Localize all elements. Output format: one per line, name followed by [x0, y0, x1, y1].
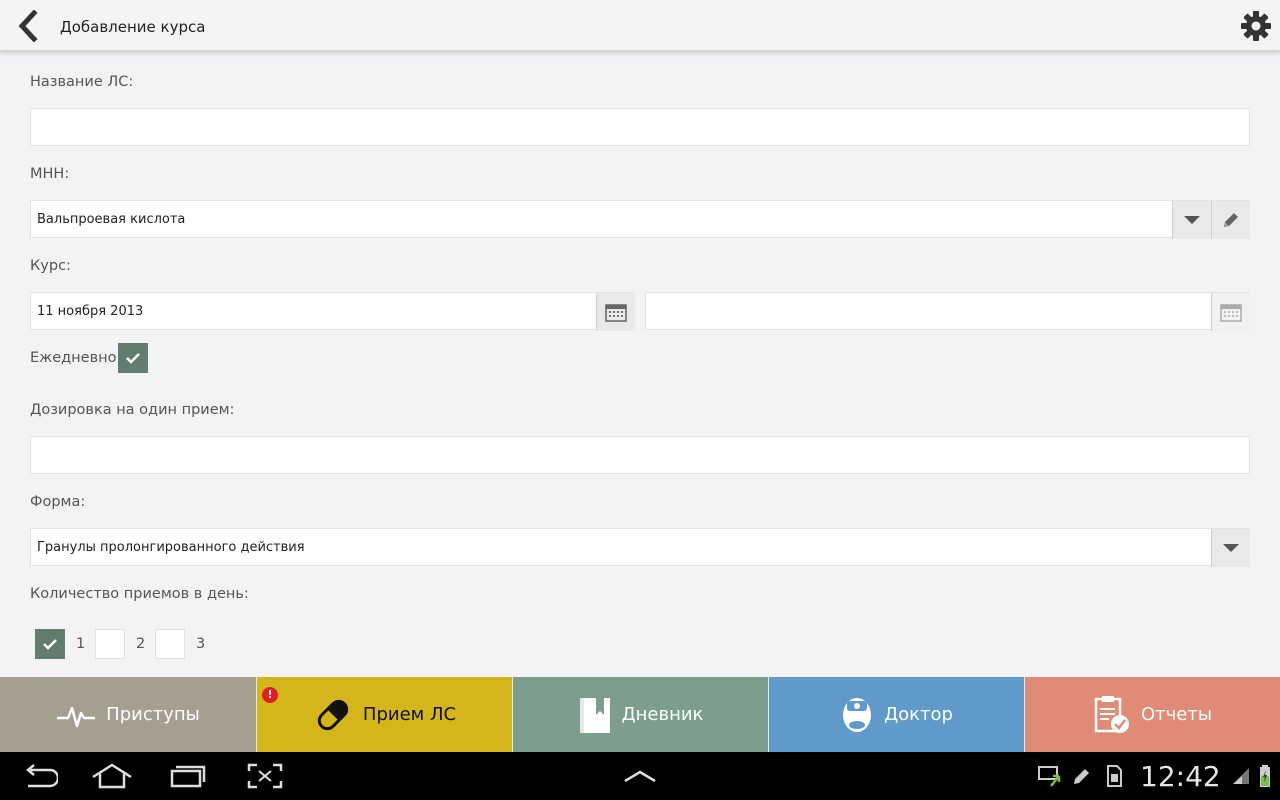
doctor-icon	[843, 697, 872, 732]
edit-status	[1068, 760, 1096, 792]
system-back-button[interactable]	[20, 760, 60, 792]
home-icon	[92, 763, 132, 789]
calendar-icon	[1220, 304, 1242, 322]
daily-checkbox[interactable]	[118, 343, 148, 373]
battery-charging-icon	[1260, 765, 1270, 787]
battery-status	[1256, 760, 1274, 792]
tab-medication-label: Прием ЛС	[362, 704, 457, 725]
recent-apps-icon	[170, 765, 206, 788]
drug-name-label: Название ЛС:	[30, 74, 134, 90]
tab-doctor-label: Доктор	[884, 704, 953, 725]
calendar-icon	[605, 304, 627, 322]
tab-diary-label: Дневник	[621, 704, 704, 725]
chevron-left-icon	[18, 10, 38, 42]
gear-icon	[1241, 11, 1271, 41]
times-option-3-label: 3	[196, 636, 206, 652]
dosage-label: Дозировка на один прием:	[30, 402, 235, 418]
dosage-input[interactable]	[30, 436, 1250, 474]
system-recents-button[interactable]	[168, 760, 208, 792]
screenshot-button[interactable]	[245, 760, 285, 792]
pill-icon	[317, 699, 349, 730]
inn-value: Вальпроевая кислота	[37, 212, 186, 227]
course-end-calendar-button[interactable]	[1211, 293, 1250, 331]
tab-reports-label: Отчеты	[1140, 704, 1213, 725]
sd-card-status	[1102, 760, 1126, 792]
inn-dropdown-button[interactable]	[1172, 201, 1211, 239]
form-type-dropdown-button[interactable]	[1211, 529, 1250, 567]
tab-diary[interactable]: Дневник	[513, 677, 768, 752]
back-arrow-icon	[26, 764, 58, 788]
daily-label: Ежедневно	[30, 350, 117, 366]
screenshot-icon	[247, 763, 283, 789]
course-label: Курс:	[30, 258, 71, 274]
checkmark-icon	[43, 639, 57, 650]
inn-label: МНН:	[30, 166, 70, 182]
times-option-1-label: 1	[76, 636, 86, 652]
signal-icon	[1233, 768, 1249, 784]
sync-status	[1036, 760, 1064, 792]
system-home-button[interactable]	[90, 760, 134, 792]
report-icon	[1094, 695, 1129, 733]
course-start-date-value: 11 ноября 2013	[37, 304, 144, 319]
chevron-up-icon	[624, 770, 656, 783]
drug-name-input[interactable]	[30, 108, 1250, 146]
times-option-2-label: 2	[136, 636, 146, 652]
pencil-icon	[1074, 769, 1089, 784]
back-button[interactable]	[10, 8, 46, 44]
times-per-day-label: Количество приемов в день:	[30, 586, 249, 602]
book-icon	[579, 697, 610, 733]
course-start-calendar-button[interactable]	[596, 293, 635, 331]
form-type-select[interactable]: Гранулы пролонгированного действия	[30, 528, 1250, 567]
course-end-date-input[interactable]	[645, 292, 1250, 331]
form-type-label: Форма:	[30, 494, 86, 510]
signal-status	[1230, 760, 1252, 792]
inn-edit-button[interactable]	[1211, 201, 1250, 239]
medication-alert-badge: !	[262, 687, 278, 703]
app-header: Добавление курса	[0, 0, 1280, 52]
times-option-2-checkbox[interactable]	[95, 629, 125, 659]
inn-select[interactable]: Вальпроевая кислота	[30, 200, 1250, 239]
status-clock: 12:42	[1140, 760, 1221, 793]
system-menu-button[interactable]	[620, 760, 660, 792]
settings-button[interactable]	[1240, 10, 1272, 42]
tab-seizures-label: Приступы	[106, 704, 200, 725]
page-title: Добавление курса	[60, 18, 206, 36]
tab-seizures[interactable]: Приступы	[0, 677, 256, 752]
tab-medication[interactable]: Прием ЛС	[257, 677, 512, 752]
pencil-icon	[1224, 213, 1238, 227]
times-option-1-checkbox[interactable]	[35, 629, 65, 659]
system-navigation-bar: 12:42	[0, 752, 1280, 800]
heartbeat-icon	[57, 706, 96, 727]
bottom-tab-bar: Приступы Прием ЛС Дневник Доктор Отчеты	[0, 677, 1280, 752]
chevron-down-icon	[1184, 216, 1200, 224]
sd-card-icon	[1107, 765, 1122, 787]
tab-doctor[interactable]: Доктор	[769, 677, 1024, 752]
form-type-value: Гранулы пролонгированного действия	[37, 540, 305, 555]
checkmark-icon	[126, 353, 140, 364]
tab-reports[interactable]: Отчеты	[1025, 677, 1280, 752]
chevron-down-icon	[1223, 544, 1239, 552]
times-option-3-checkbox[interactable]	[155, 629, 185, 659]
course-start-date-input[interactable]: 11 ноября 2013	[30, 292, 635, 331]
screen-mirror-icon	[1038, 766, 1061, 787]
